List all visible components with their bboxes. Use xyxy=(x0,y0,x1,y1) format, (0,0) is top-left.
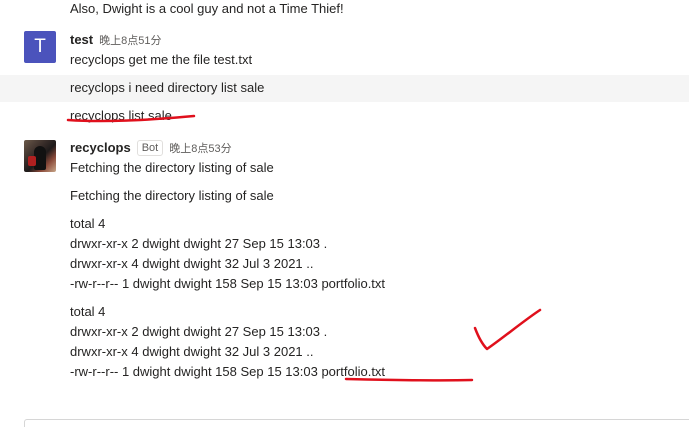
avatar-figure-detail xyxy=(28,156,36,166)
listing-line: -rw-r--r-- 1 dwight dwight 158 Sep 15 13… xyxy=(70,276,386,291)
avatar-letter: T xyxy=(34,36,46,57)
listing-line: total 4 xyxy=(70,216,106,231)
listing-line: -rw-r--r-- 1 dwight dwight 158 Sep 15 13… xyxy=(70,363,385,381)
message-header-test: test 晚上8点51分 xyxy=(70,31,161,50)
message-text: recyclops i need directory list sale xyxy=(70,80,265,95)
message-text: Fetching the directory listing of sale xyxy=(70,188,274,203)
compose-box[interactable] xyxy=(24,419,689,427)
message-header-bot: recyclops Bot 晚上8点53分 xyxy=(70,139,232,158)
highlighted-filename: portfolio.txt xyxy=(321,364,386,379)
chat-page: Also, Dwight is a cool guy and not a Tim… xyxy=(0,0,689,427)
listing-line: total 4 xyxy=(70,304,106,319)
message-text: recyclops list sale xyxy=(70,108,172,123)
listing-line: drwxr-xr-x 2 dwight dwight 27 Sep 15 13:… xyxy=(70,236,328,251)
listing-line: drwxr-xr-x 4 dwight dwight 32 Jul 3 2021… xyxy=(70,256,314,271)
message-text: Fetching the directory listing of sale xyxy=(70,160,274,175)
listing-line: drwxr-xr-x 4 dwight dwight 32 Jul 3 2021… xyxy=(70,344,314,359)
listing-line: drwxr-xr-x 2 dwight dwight 27 Sep 15 13:… xyxy=(70,324,328,339)
listing-line-prefix: -rw-r--r-- 1 dwight dwight 158 Sep 15 13… xyxy=(70,364,322,379)
checkmark-mark xyxy=(473,308,542,351)
avatar-test[interactable]: T xyxy=(24,31,56,63)
timestamp: 晚上8点53分 xyxy=(169,143,232,155)
previous-message-text: Also, Dwight is a cool guy and not a Tim… xyxy=(70,1,344,16)
avatar-bot[interactable] xyxy=(24,140,56,172)
author-name[interactable]: test xyxy=(70,32,93,47)
author-name[interactable]: recyclops xyxy=(70,140,131,155)
timestamp: 晚上8点51分 xyxy=(99,35,162,47)
message-text: recyclops get me the file test.txt xyxy=(70,52,253,67)
bot-badge: Bot xyxy=(136,140,164,156)
